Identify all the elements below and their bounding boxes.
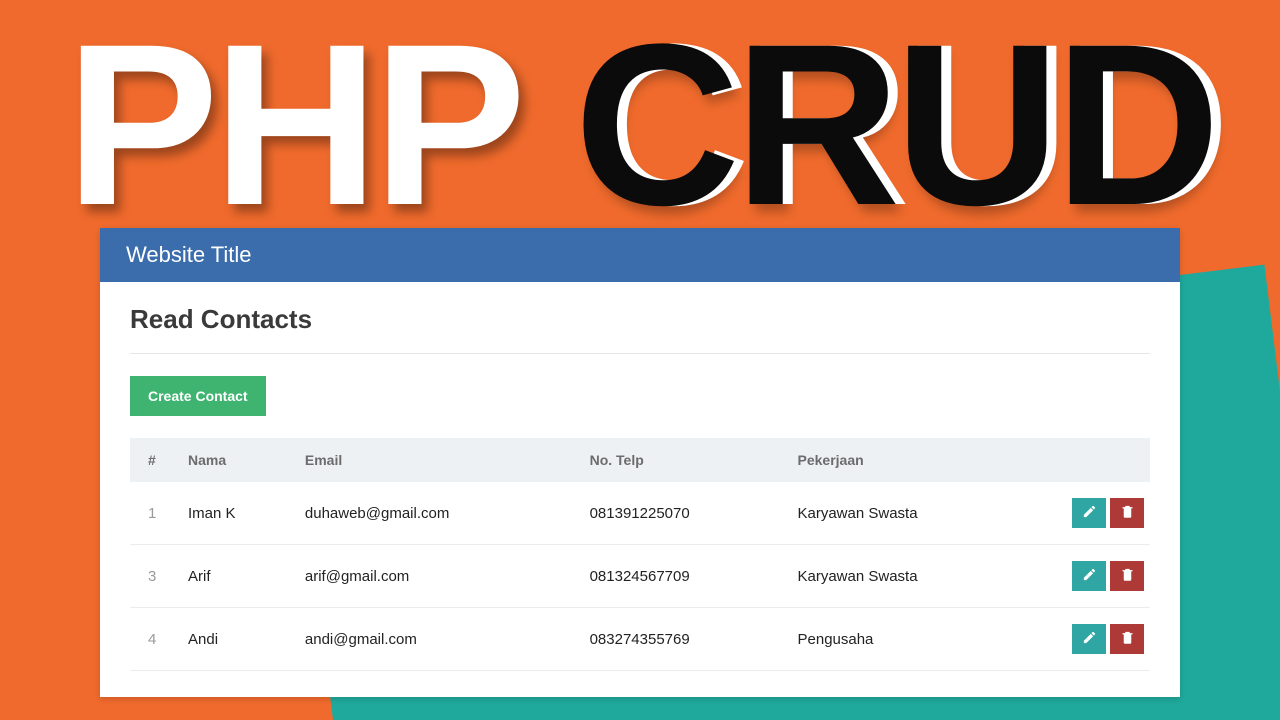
delete-button[interactable]	[1110, 624, 1144, 654]
cell-email: arif@gmail.com	[295, 545, 580, 608]
col-name: Nama	[178, 438, 295, 482]
cell-phone: 083274355769	[580, 608, 788, 671]
cell-phone: 081324567709	[580, 545, 788, 608]
pencil-icon	[1082, 504, 1097, 522]
contacts-table: # Nama Email No. Telp Pekerjaan 1Iman Kd…	[130, 438, 1150, 671]
panel-body: Read Contacts Create Contact # Nama Emai…	[100, 282, 1180, 697]
cell-actions	[1030, 608, 1150, 671]
col-actions	[1030, 438, 1150, 482]
contacts-panel: Website Title Read Contacts Create Conta…	[100, 228, 1180, 697]
col-email: Email	[295, 438, 580, 482]
pencil-icon	[1082, 567, 1097, 585]
trash-icon	[1120, 630, 1135, 648]
cell-id: 3	[130, 545, 178, 608]
col-phone: No. Telp	[580, 438, 788, 482]
table-row: 4Andiandi@gmail.com083274355769Pengusaha	[130, 608, 1150, 671]
cell-email: duhaweb@gmail.com	[295, 482, 580, 545]
cell-id: 4	[130, 608, 178, 671]
edit-button[interactable]	[1072, 498, 1106, 528]
col-id: #	[130, 438, 178, 482]
cell-email: andi@gmail.com	[295, 608, 580, 671]
delete-button[interactable]	[1110, 561, 1144, 591]
delete-button[interactable]	[1110, 498, 1144, 528]
cell-id: 1	[130, 482, 178, 545]
create-contact-button[interactable]: Create Contact	[130, 376, 266, 416]
hero-word-crud: CRUD	[574, 0, 1214, 253]
edit-button[interactable]	[1072, 561, 1106, 591]
cell-actions	[1030, 545, 1150, 608]
hero-title: PHP CRUD	[0, 10, 1280, 240]
divider	[130, 353, 1150, 354]
website-title: Website Title	[100, 228, 1180, 282]
trash-icon	[1120, 567, 1135, 585]
cell-job: Pengusaha	[788, 608, 1031, 671]
pencil-icon	[1082, 630, 1097, 648]
page-title: Read Contacts	[130, 304, 1150, 335]
cell-job: Karyawan Swasta	[788, 545, 1031, 608]
hero-word-php: PHP	[65, 0, 516, 253]
trash-icon	[1120, 504, 1135, 522]
col-job: Pekerjaan	[788, 438, 1031, 482]
stage: Website Title Read Contacts Create Conta…	[0, 0, 1280, 720]
table-header-row: # Nama Email No. Telp Pekerjaan	[130, 438, 1150, 482]
cell-name: Arif	[178, 545, 295, 608]
cell-actions	[1030, 482, 1150, 545]
table-row: 1Iman Kduhaweb@gmail.com081391225070Kary…	[130, 482, 1150, 545]
cell-name: Andi	[178, 608, 295, 671]
cell-name: Iman K	[178, 482, 295, 545]
edit-button[interactable]	[1072, 624, 1106, 654]
cell-phone: 081391225070	[580, 482, 788, 545]
cell-job: Karyawan Swasta	[788, 482, 1031, 545]
table-row: 3Arifarif@gmail.com081324567709Karyawan …	[130, 545, 1150, 608]
